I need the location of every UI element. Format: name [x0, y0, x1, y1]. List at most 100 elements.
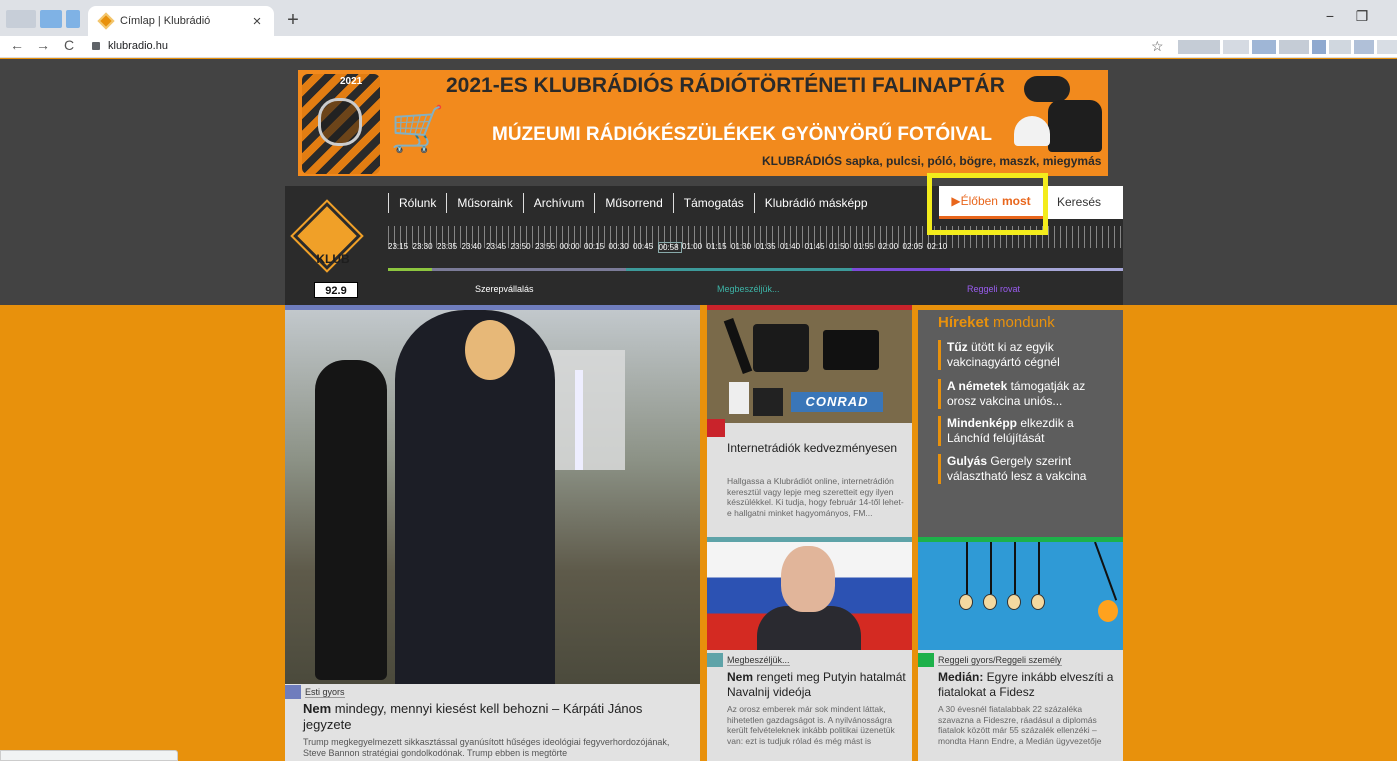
news-item[interactable]: Tűz ütött ki az egyik vakcinagyártó cégn…	[938, 340, 1113, 370]
timeline-time[interactable]: 02:00	[878, 242, 903, 253]
news-item-bold: Mindenképp	[947, 416, 1018, 430]
timeline-time[interactable]: 00:58	[657, 242, 682, 253]
timeline-time[interactable]: 02:05	[903, 242, 928, 253]
timeline-time[interactable]: 00:45	[633, 242, 658, 253]
address-bar: ← → C klubradio.hu ☆	[0, 36, 1397, 58]
site-logo[interactable]: KLUB 92.9	[285, 186, 388, 305]
timeline-time[interactable]: 23:50	[511, 242, 536, 253]
mask-image	[1024, 76, 1070, 102]
frequency-badge: 92.9	[314, 282, 358, 298]
timeline-time[interactable]: 00:00	[560, 242, 585, 253]
menu-item-rolunk[interactable]: Rólunk	[388, 192, 446, 213]
article-title[interactable]: Nem rengeti meg Putyin hatalmát Navalnij…	[727, 670, 907, 700]
timeline-time[interactable]: 01:30	[731, 242, 756, 253]
menu-item-archivum[interactable]: Archívum	[522, 192, 595, 213]
timeline-time[interactable]: 23:40	[462, 242, 487, 253]
timeline-time[interactable]: 23:30	[413, 242, 438, 253]
timeline-segment-4	[852, 268, 950, 271]
timeline-time[interactable]: 00:15	[584, 242, 609, 253]
timeline-time[interactable]: 23:45	[486, 242, 511, 253]
bulb-icon	[1031, 594, 1045, 610]
extension-icons	[1178, 40, 1397, 54]
menu-item-musorrend[interactable]: Műsorrend	[594, 192, 672, 213]
menu-item-musoraink[interactable]: Műsoraink	[446, 192, 522, 213]
menu-item-klubradio-maskepp[interactable]: Klubrádió másképp	[753, 192, 878, 213]
browser-tab[interactable]: Címlap | Klubrádió ×	[88, 6, 274, 36]
timeline-time[interactable]: 01:55	[854, 242, 879, 253]
timeline-time[interactable]: 01:40	[780, 242, 805, 253]
url-field[interactable]: klubradio.hu	[108, 40, 168, 52]
article-title[interactable]: Medián: Egyre inkább elveszíti a fiatalo…	[938, 670, 1118, 700]
article-median[interactable]: Reggeli gyors/Reggeli személy Medián: Eg…	[918, 537, 1123, 761]
bookmark-star-icon[interactable]: ☆	[1151, 38, 1164, 55]
screen-device-icon	[823, 330, 879, 370]
show-reggeli-rovat[interactable]: Reggeli rovat	[967, 284, 1020, 294]
news-item[interactable]: A németek támogatják az orosz vakcina un…	[938, 379, 1113, 409]
new-tab-button[interactable]: +	[282, 9, 304, 32]
article-putin[interactable]: Megbeszéljük... Nem rengeti meg Putyin h…	[707, 537, 912, 761]
timeline-time[interactable]: 02:10	[927, 242, 952, 253]
forward-icon[interactable]: →	[34, 37, 52, 53]
timeline-time[interactable]: 00:30	[609, 242, 634, 253]
article-category[interactable]: Reggeli gyors/Reggeli személy	[918, 653, 1062, 667]
menu-item-tamogatas[interactable]: Támogatás	[672, 192, 754, 213]
back-icon[interactable]: ←	[8, 37, 26, 53]
tab-title: Címlap | Klubrádió	[120, 15, 211, 27]
lead-article-photo[interactable]	[285, 310, 700, 684]
lead-title-bold: Nem	[303, 701, 332, 716]
pinned-tabs	[6, 10, 80, 28]
conrad-logo: CONRAD	[791, 392, 883, 412]
show-megbeszeljuk[interactable]: Megbeszéljük...	[717, 284, 780, 294]
timeline-time[interactable]: 01:00	[682, 242, 707, 253]
status-bubble	[0, 750, 178, 761]
news-heading-rest: mondunk	[988, 314, 1055, 331]
banner-subtitle: MÚZEUMI RÁDIÓKÉSZÜLÉKEK GYÖNYÖRŰ FOTÓIVA…	[492, 124, 992, 145]
logo-name: KLUB	[316, 252, 350, 266]
article-category-label[interactable]: Megbeszéljük...	[727, 655, 790, 666]
article-internetradio[interactable]: CONRAD Internetrádiók kedvezményesen Hal…	[707, 305, 912, 537]
news-box: Híreket mondunk Tűz ütött ki az egyik va…	[918, 305, 1123, 537]
article-title[interactable]: Internetrádiók kedvezményesen	[727, 441, 907, 456]
timeline-segment-3	[626, 268, 852, 271]
cap-image	[1014, 116, 1050, 146]
restore-icon[interactable]: ❐	[1350, 8, 1374, 25]
lead-category[interactable]: Esti gyors	[285, 685, 700, 699]
man-head	[465, 320, 515, 380]
promo-banner[interactable]: 2021 🛒 2021-ES KLUBRÁDIÓS RÁDIÓTÖRTÉNETI…	[298, 70, 1108, 176]
timeline-time[interactable]: 01:45	[805, 242, 830, 253]
timeline-time[interactable]: 01:15	[707, 242, 732, 253]
minimize-icon[interactable]: −	[1318, 8, 1342, 24]
radio-device-icon	[753, 324, 809, 372]
remote-icon	[723, 317, 753, 375]
article-excerpt: Hallgassa a Klubrádiót online, internetr…	[727, 476, 904, 518]
putin-image[interactable]	[707, 542, 912, 650]
bulb-icon	[959, 594, 973, 610]
banner-tagline: KLUBRÁDIÓS sapka, pulcsi, póló, bögre, m…	[762, 154, 1102, 168]
timeline-time[interactable]: 23:55	[535, 242, 560, 253]
lead-category-label[interactable]: Esti gyors	[305, 687, 345, 698]
article-category[interactable]: Megbeszéljük...	[707, 653, 790, 667]
lead-excerpt: Trump megkegyelmezett sikkasztással gyan…	[303, 737, 670, 758]
logo-text: KLUB	[307, 252, 359, 266]
reload-icon[interactable]: C	[60, 37, 78, 53]
lead-article[interactable]: Esti gyors Nem mindegy, mennyi kiesést k…	[285, 305, 700, 761]
timeline-time[interactable]: 01:35	[756, 242, 781, 253]
news-item[interactable]: Gulyás Gergely szerint választható lesz …	[938, 454, 1113, 484]
show-szerepvallalas[interactable]: Szerepvállalás	[475, 284, 534, 294]
light-bulbs-image[interactable]	[918, 542, 1123, 650]
article-title-bold: Nem	[727, 670, 754, 684]
timeline-time[interactable]: 01:50	[829, 242, 854, 253]
bulb-icon	[983, 594, 997, 610]
search-button[interactable]: Keresés	[1043, 186, 1123, 219]
radio-devices-image[interactable]: CONRAD	[707, 310, 912, 423]
timeline-segment-5	[950, 268, 1123, 271]
lead-title[interactable]: Nem mindegy, mennyi kiesést kell behozni…	[303, 701, 693, 733]
lock-icon	[92, 42, 100, 50]
banner-year: 2021	[340, 76, 363, 87]
timeline-time[interactable]: 23:35	[437, 242, 462, 253]
news-item[interactable]: Mindenképp elkezdik a Lánchíd felújításá…	[938, 416, 1113, 446]
timeline-time[interactable]: 23:15	[388, 242, 413, 253]
woman-figure	[315, 360, 387, 680]
close-tab-icon[interactable]: ×	[248, 13, 266, 30]
article-category-label[interactable]: Reggeli gyors/Reggeli személy	[938, 655, 1062, 666]
